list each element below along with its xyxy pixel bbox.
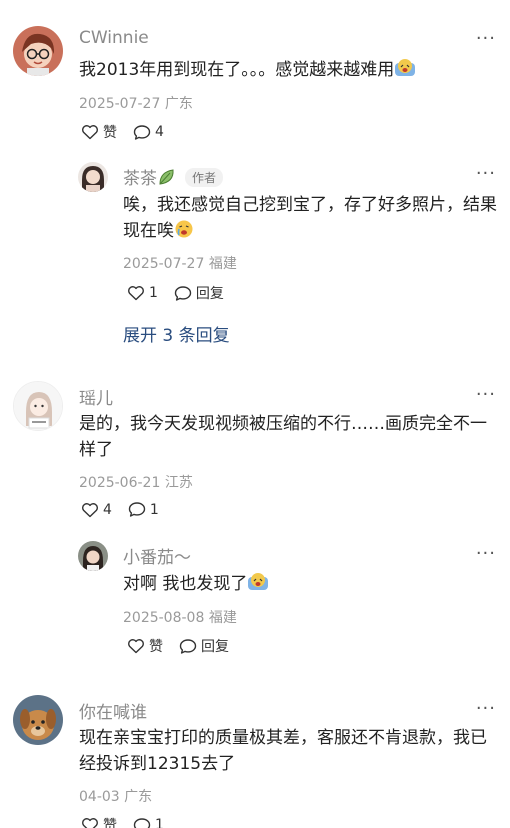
reply-date: 2025-08-08 <box>123 610 205 626</box>
like-count: 1 <box>149 285 158 301</box>
comment-bubble-icon <box>133 817 151 828</box>
comment-date: 2025-06-21 <box>79 475 161 491</box>
reply-label: 回复 <box>195 286 224 302</box>
like-label: 赞 <box>103 125 117 141</box>
like-button[interactable]: 赞 <box>81 815 117 828</box>
reply-actions: 1 回复 <box>127 283 240 303</box>
comment-text: 我2013年用到现在了。。。感觉越来越难用 <box>79 57 499 86</box>
crying-emoji-icon <box>394 58 416 86</box>
like-count: 4 <box>103 501 112 518</box>
reply-text-content: 对啊 我也发现了 <box>123 574 248 594</box>
reply-actions: 赞 回复 <box>127 636 245 656</box>
comment-date: 2025-07-27 <box>79 96 161 112</box>
reply-author-name[interactable]: 茶茶 <box>123 169 157 189</box>
reply-count: 4 <box>155 124 164 140</box>
expand-replies-link[interactable]: 展开 3 条回复 <box>123 321 230 346</box>
comment-date: 04-03 <box>79 789 120 805</box>
reply-button[interactable]: 1 <box>128 501 159 518</box>
heart-icon <box>82 502 98 517</box>
comment-location: 广东 <box>124 789 153 805</box>
comment-actions: 赞 4 <box>81 122 180 142</box>
like-button[interactable]: 4 <box>81 502 112 518</box>
reply-date: 2025-07-27 <box>123 256 205 272</box>
heart-icon <box>82 818 98 828</box>
comment-author[interactable]: 你在喊谁 <box>79 698 147 723</box>
like-button[interactable]: 赞 <box>81 122 117 142</box>
comment-meta: 2025-06-21 江苏 <box>79 472 193 492</box>
comment-author[interactable]: CWinnie <box>79 28 149 48</box>
reply-meta: 2025-08-08 福建 <box>123 607 237 627</box>
comment-author[interactable]: 瑶儿 <box>79 384 113 409</box>
reply-meta: 2025-07-27 福建 <box>123 253 237 273</box>
reply-button[interactable]: 4 <box>133 124 164 141</box>
like-button[interactable]: 1 <box>127 285 158 301</box>
reply-button[interactable]: 回复 <box>179 636 229 656</box>
reply-count: 1 <box>155 817 164 828</box>
comment-meta: 2025-07-27 广东 <box>79 93 193 113</box>
comment-text-content: 我2013年用到现在了。。。感觉越来越难用 <box>79 60 395 80</box>
more-options-icon[interactable]: ··· <box>476 165 496 183</box>
comment-location: 江苏 <box>164 475 193 491</box>
more-options-icon[interactable]: ··· <box>476 700 496 718</box>
comment-actions: 4 1 <box>81 501 175 518</box>
reply-author[interactable]: 小番茄～ <box>123 543 191 568</box>
avatar[interactable] <box>13 695 63 745</box>
reply-label: 回复 <box>201 639 229 655</box>
reply-count: 1 <box>149 501 159 518</box>
more-options-icon[interactable]: ··· <box>476 30 496 48</box>
avatar[interactable] <box>13 381 63 431</box>
comment-bubble-icon <box>133 124 151 140</box>
comment-location: 广东 <box>164 96 193 112</box>
comment-text: 现在亲宝宝打印的质量极其差，客服还不肯退款，我已经投诉到12315去了 <box>79 728 487 774</box>
reply-location: 福建 <box>208 610 237 626</box>
comment-text: 是的，我今天发现视频被压缩的不行……画质完全不一样了 <box>79 414 487 460</box>
comment-bubble-icon <box>174 285 192 301</box>
crying-face-emoji-icon <box>174 219 194 247</box>
reply-text: 对啊 我也发现了 <box>123 571 498 600</box>
more-options-icon[interactable]: ··· <box>476 386 496 404</box>
comment-bubble-icon <box>179 638 197 654</box>
reply-author: 茶茶 作者 <box>123 164 224 192</box>
avatar[interactable] <box>13 26 63 76</box>
crying-emoji-icon <box>247 572 269 600</box>
reply-text: 唉，我还感觉自己挖到宝了，存了好多照片，结果现在唉 <box>123 192 498 247</box>
like-label: 赞 <box>103 818 117 828</box>
reply-button[interactable]: 回复 <box>174 283 224 303</box>
author-badge: 作者 <box>185 168 224 187</box>
like-label: 赞 <box>149 639 163 655</box>
reply-location: 福建 <box>208 256 237 272</box>
comment-meta: 04-03 广东 <box>79 786 152 806</box>
leaf-emoji-icon <box>157 167 177 192</box>
more-options-icon[interactable]: ··· <box>476 545 496 563</box>
avatar[interactable] <box>78 541 108 571</box>
reply-button[interactable]: 1 <box>133 817 164 828</box>
heart-icon <box>82 125 98 140</box>
heart-icon <box>128 639 144 654</box>
avatar[interactable] <box>78 162 108 192</box>
comment-bubble-icon <box>128 502 146 517</box>
like-button[interactable]: 赞 <box>127 636 163 656</box>
comment-actions: 赞 1 <box>81 815 180 828</box>
heart-icon <box>128 286 144 301</box>
